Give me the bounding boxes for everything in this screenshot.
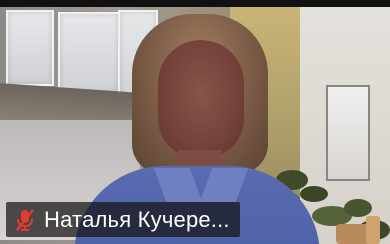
top-edge-bar [0, 0, 390, 7]
background-window [6, 10, 54, 86]
participant-name-tag: Наталья Кучере... [6, 202, 240, 237]
background-window [58, 12, 120, 94]
participant-video-tile[interactable]: Наталья Кучере... [0, 0, 390, 244]
participant-name: Наталья Кучере... [44, 206, 230, 232]
muted-microphone-icon[interactable] [14, 208, 36, 232]
participant-face [158, 40, 244, 158]
